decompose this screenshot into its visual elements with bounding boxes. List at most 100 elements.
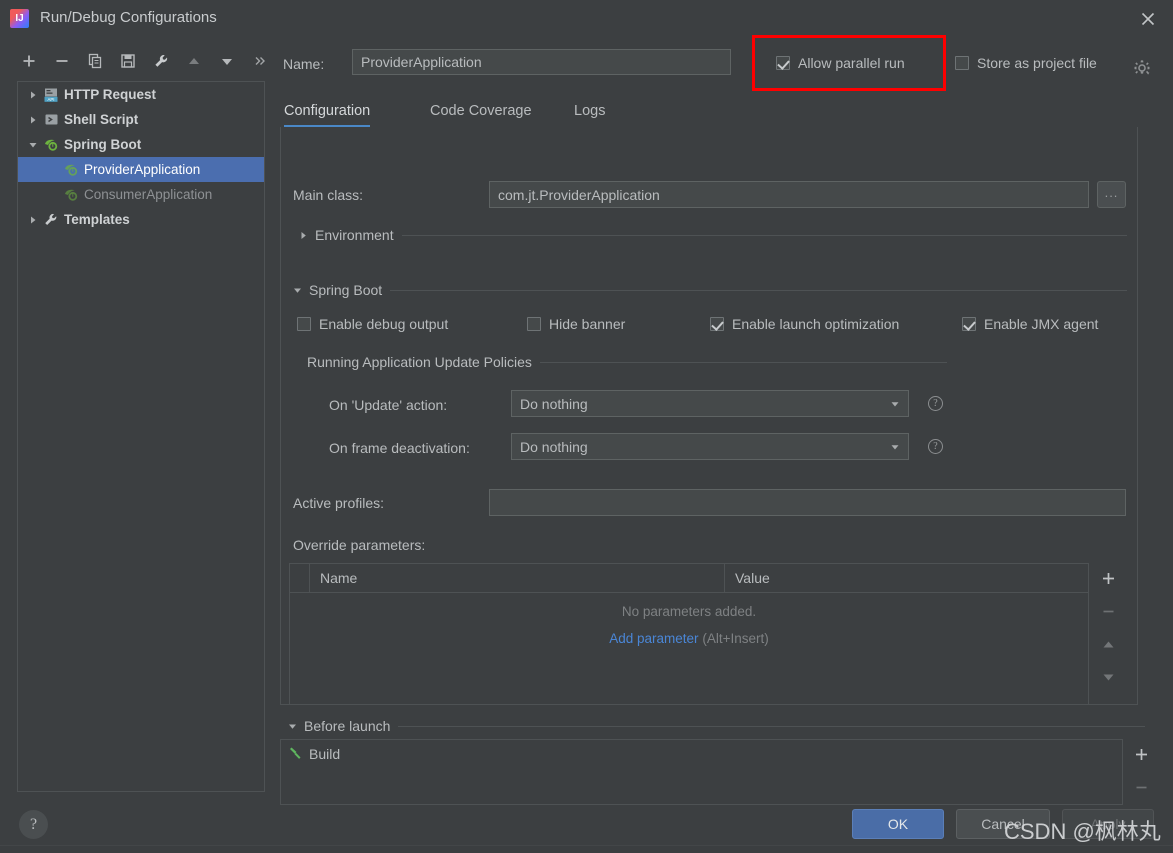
on-update-action-help-icon[interactable]: ? <box>928 396 943 411</box>
column-header-value[interactable]: Value <box>725 564 1088 592</box>
wrench-icon[interactable] <box>148 48 174 74</box>
tree-item-http-request[interactable]: API HTTP Request <box>18 82 264 107</box>
chevron-down-icon[interactable] <box>24 132 41 157</box>
table-empty-state: No parameters added. Add parameter (Alt+… <box>290 604 1088 646</box>
save-icon[interactable] <box>115 48 141 74</box>
browse-main-class-button[interactable]: ... <box>1097 181 1126 208</box>
add-parameter-button[interactable] <box>1090 563 1126 593</box>
chevron-down-icon[interactable] <box>882 442 908 452</box>
build-hammer-icon <box>288 745 303 763</box>
enable-jmx-agent-checkbox[interactable]: Enable JMX agent <box>962 316 1098 332</box>
tree-item-templates[interactable]: Templates <box>18 207 264 232</box>
title-bar: IJ Run/Debug Configurations <box>0 0 1173 37</box>
ok-button[interactable]: OK <box>852 809 944 839</box>
chevron-right-icon[interactable] <box>24 82 41 107</box>
override-parameters-table[interactable]: Name Value No parameters added. Add para… <box>289 563 1089 704</box>
spring-boot-icon <box>41 132 61 157</box>
before-launch-task-build[interactable]: Build <box>281 740 1122 767</box>
section-divider <box>401 234 1127 236</box>
checkbox-box <box>710 317 724 331</box>
tab-code-coverage[interactable]: Code Coverage <box>430 95 532 127</box>
tree-item-consumer-application[interactable]: ConsumerApplication <box>18 182 264 207</box>
chevron-right-icon[interactable] <box>24 107 41 132</box>
close-icon[interactable] <box>1137 8 1159 30</box>
arrow-up-icon[interactable] <box>181 48 207 74</box>
on-frame-deactivation-label: On frame deactivation: <box>329 440 470 456</box>
apply-button-label: Apply <box>1090 816 1126 832</box>
environment-section-header[interactable]: Environment <box>299 226 1127 244</box>
editor-tabs: Configuration Code Coverage Logs <box>280 95 1140 127</box>
allow-parallel-run-checkbox[interactable]: Allow parallel run <box>776 55 905 71</box>
tab-configuration[interactable]: Configuration <box>284 95 371 127</box>
browse-button-label: ... <box>1104 184 1119 200</box>
override-parameters-label: Override parameters: <box>293 537 426 553</box>
remove-task-button[interactable] <box>1123 772 1159 802</box>
hide-banner-checkbox[interactable]: Hide banner <box>527 316 625 332</box>
on-frame-deactivation-select[interactable]: Do nothing <box>511 433 909 460</box>
copy-icon[interactable] <box>82 48 108 74</box>
checkbox-box <box>776 56 790 70</box>
tree-item-provider-application[interactable]: ProviderApplication <box>18 157 264 182</box>
active-profiles-input[interactable] <box>489 489 1126 516</box>
table-header-row: Name Value <box>290 564 1088 593</box>
chevron-down-icon[interactable] <box>882 399 908 409</box>
tree-item-label: Shell Script <box>64 112 139 127</box>
tree-item-label: ConsumerApplication <box>84 187 213 202</box>
store-as-project-file-label: Store as project file <box>977 55 1097 71</box>
add-configuration-button[interactable] <box>16 48 42 74</box>
tree-item-shell-script[interactable]: Shell Script <box>18 107 264 132</box>
http-request-icon: API <box>41 82 61 107</box>
tab-logs[interactable]: Logs <box>574 95 605 127</box>
override-parameters-toolbar <box>1090 563 1126 704</box>
enable-debug-output-label: Enable debug output <box>319 316 449 332</box>
configuration-editor-pane: Name: Allow parallel run Store as projec… <box>280 35 1173 805</box>
section-divider <box>539 361 947 363</box>
chevron-right-icon[interactable] <box>299 231 313 240</box>
move-parameter-up-button[interactable] <box>1090 629 1126 659</box>
remove-parameter-button[interactable] <box>1090 596 1126 626</box>
tree-item-label: ProviderApplication <box>84 162 201 177</box>
checkbox-box <box>527 317 541 331</box>
arrow-down-icon[interactable] <box>214 48 240 74</box>
before-launch-section-header[interactable]: Before launch <box>288 717 1145 735</box>
name-label: Name: <box>283 56 325 72</box>
name-input[interactable] <box>352 49 731 75</box>
chevron-down-icon[interactable] <box>288 722 302 731</box>
on-frame-deactivation-value: Do nothing <box>520 438 588 455</box>
enable-debug-output-checkbox[interactable]: Enable debug output <box>297 316 448 332</box>
remove-configuration-button[interactable] <box>49 48 75 74</box>
add-task-button[interactable] <box>1123 739 1159 769</box>
apply-button[interactable]: Apply <box>1062 809 1154 839</box>
spring-boot-section-header[interactable]: Spring Boot <box>293 281 1127 299</box>
enable-launch-optimization-checkbox[interactable]: Enable launch optimization <box>710 316 899 332</box>
column-header-name[interactable]: Name <box>310 564 725 592</box>
window-title: Run/Debug Configurations <box>40 9 217 26</box>
main-class-input[interactable] <box>489 181 1089 208</box>
help-glyph: ? <box>29 815 38 833</box>
help-glyph: ? <box>933 398 938 409</box>
on-update-action-select[interactable]: Do nothing <box>511 390 909 417</box>
chevrons-right-icon[interactable] <box>247 48 273 74</box>
update-policies-header: Running Application Update Policies <box>307 353 947 371</box>
configurations-tree[interactable]: API HTTP Request Shell Script Spring Boo… <box>17 81 265 792</box>
store-as-project-file-checkbox[interactable]: Store as project file <box>955 55 1097 71</box>
before-launch-task-list[interactable]: Build <box>280 739 1123 805</box>
cancel-button[interactable]: Cancel <box>956 809 1050 839</box>
cancel-button-label: Cancel <box>981 816 1025 832</box>
main-class-label: Main class: <box>293 187 364 203</box>
tree-item-label: HTTP Request <box>64 87 157 102</box>
gear-icon[interactable] <box>1133 59 1151 80</box>
tree-item-spring-boot[interactable]: Spring Boot <box>18 132 264 157</box>
chevron-down-icon[interactable] <box>293 286 307 295</box>
help-button[interactable]: ? <box>19 810 48 839</box>
configuration-scrollbar-track[interactable] <box>1141 127 1154 705</box>
move-parameter-down-button[interactable] <box>1090 662 1126 692</box>
on-frame-deactivation-help-icon[interactable]: ? <box>928 439 943 454</box>
before-launch-toolbar <box>1123 739 1159 805</box>
add-parameter-link[interactable]: Add parameter <box>609 631 698 646</box>
environment-section-title: Environment <box>315 227 394 243</box>
help-glyph: ? <box>933 441 938 452</box>
chevron-right-icon[interactable] <box>24 207 41 232</box>
